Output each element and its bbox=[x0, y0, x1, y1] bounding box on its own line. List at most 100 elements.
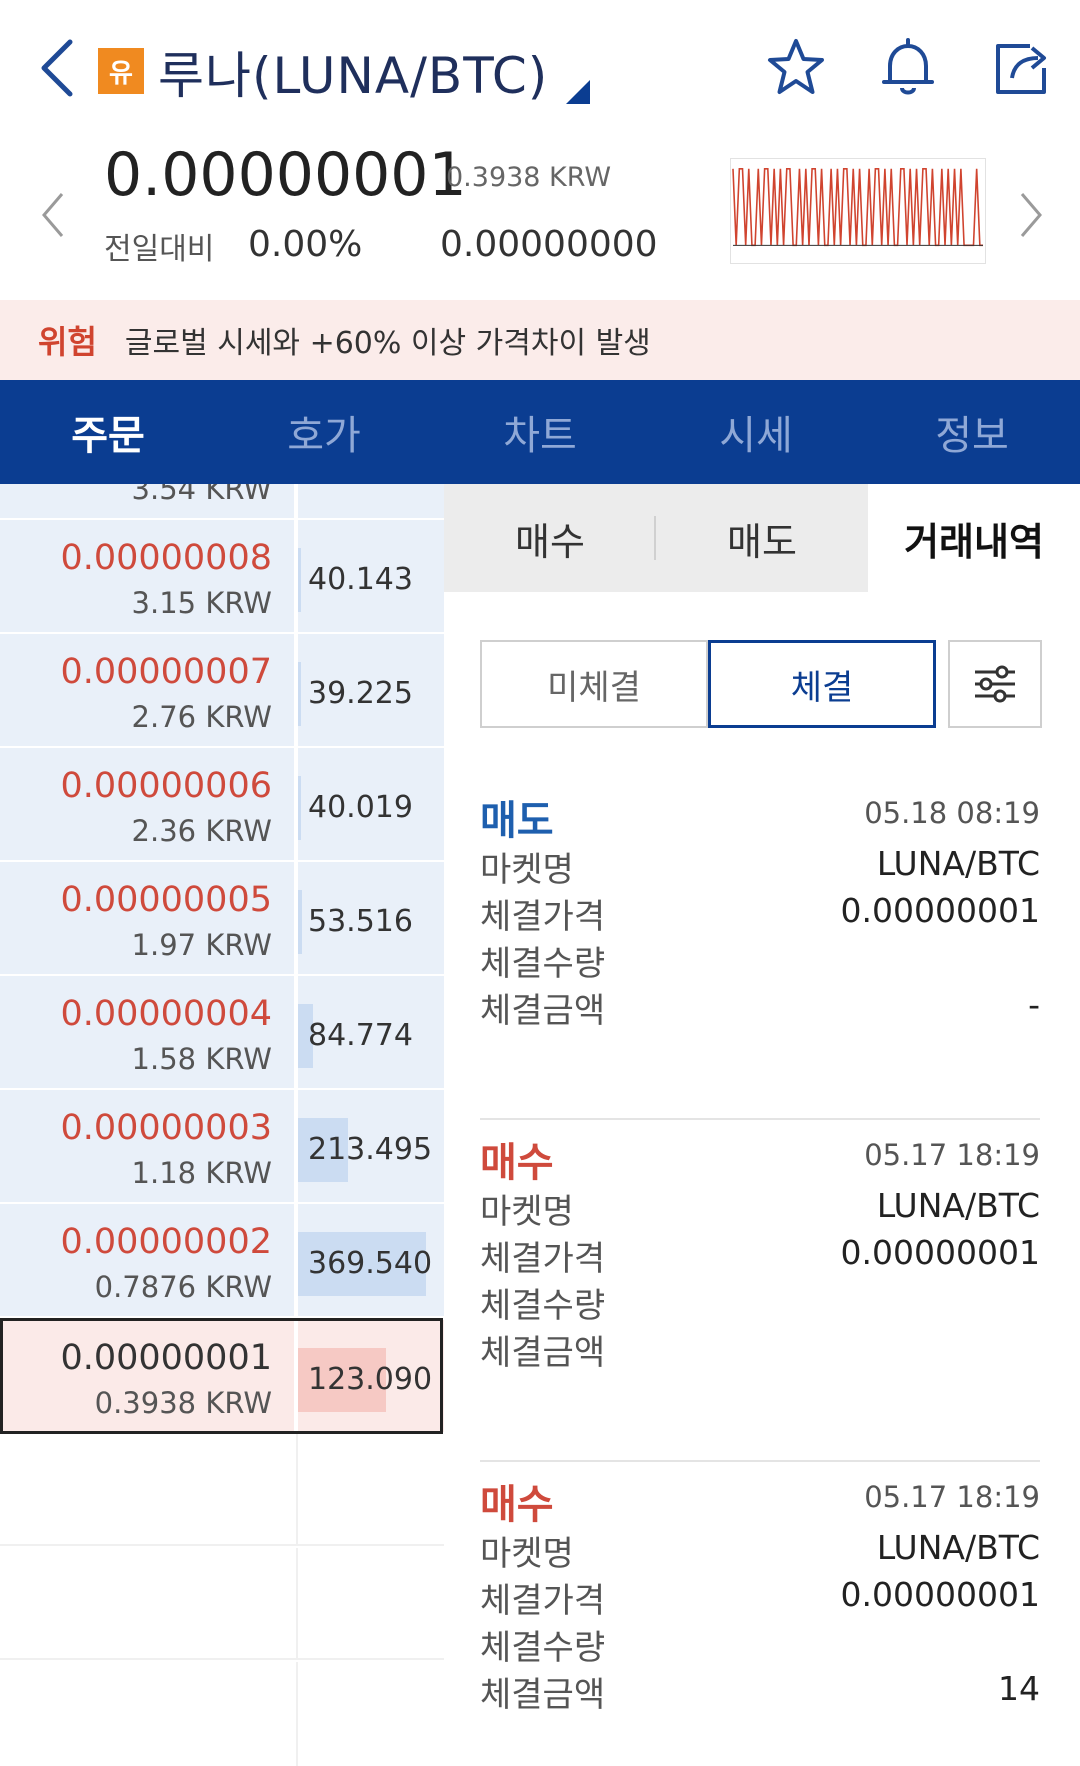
orderbook-price: 0.00000006 bbox=[60, 766, 272, 806]
risk-tag: 위험 bbox=[38, 323, 97, 361]
tab-trade-history[interactable]: 거래내역 bbox=[868, 484, 1080, 592]
trade-label: 체결금액 bbox=[480, 1333, 606, 1373]
tab-divider bbox=[654, 516, 656, 560]
trade-label: 체결금액 bbox=[480, 991, 606, 1031]
chevron-left-icon[interactable] bbox=[38, 190, 68, 240]
orderbook-qty: 213.495 bbox=[308, 1132, 433, 1167]
sliders-icon bbox=[975, 665, 1015, 703]
orderbook-row-current[interactable]: 0.00000001 0.3938 KRW 123.090 bbox=[0, 1320, 444, 1432]
orderbook-qty: 123.090 bbox=[308, 1362, 433, 1397]
orderbook-qty: 39.225 bbox=[308, 676, 413, 711]
orderbook-krw: 2.36 KRW bbox=[131, 814, 272, 848]
orderbook-krw: 0.7876 KRW bbox=[94, 1270, 272, 1304]
orderbook-price-cell: 0.00000003 1.18 KRW bbox=[0, 1090, 296, 1202]
orderbook-volume-bar bbox=[298, 548, 301, 612]
orderbook-qty: 369.540 bbox=[308, 1246, 433, 1281]
trade-item[interactable]: 매도 05.18 08:19 마켓명 LUNA/BTC 체결가격 0.00000001 체결… bbox=[480, 780, 1040, 1120]
coin-title[interactable]: 루나(LUNA/BTC) bbox=[158, 36, 548, 108]
orderbook-krw: 1.97 KRW bbox=[131, 928, 272, 962]
trade-item[interactable]: 매수 05.17 18:19 마켓명 LUNA/BTC 체결가격 0.00000001 체결… bbox=[480, 1464, 1040, 1766]
orderbook-price-cell: 0.00000002 0.7876 KRW bbox=[0, 1204, 296, 1316]
orderbook-row[interactable]: 3.54 KRW bbox=[0, 484, 444, 518]
trade-price: 0.00000001 bbox=[840, 891, 1040, 930]
orderbook-row[interactable]: 0.00000006 2.36 KRW 40.019 bbox=[0, 748, 444, 860]
orderbook-price-cell: 0.00000005 1.97 KRW bbox=[0, 862, 296, 974]
tab-order[interactable]: 주문 bbox=[0, 380, 216, 484]
trade-type: 매도 bbox=[480, 798, 554, 844]
filter-filled-button[interactable]: 체결 bbox=[708, 640, 936, 728]
orderbook-price: 0.00000003 bbox=[60, 1108, 272, 1148]
orderbook-volume-bar bbox=[298, 776, 301, 840]
trade-price: 0.00000001 bbox=[840, 1575, 1040, 1614]
bell-icon[interactable] bbox=[876, 36, 940, 100]
filter-unfilled-button[interactable]: 미체결 bbox=[480, 640, 708, 728]
caution-badge: 유 bbox=[98, 48, 144, 94]
tab-market-price[interactable]: 시세 bbox=[648, 380, 864, 484]
trade-label: 체결가격 bbox=[480, 897, 606, 937]
orderbook-row[interactable]: 0.00000007 2.76 KRW 39.225 bbox=[0, 634, 444, 746]
orderbook-qty: 40.019 bbox=[308, 790, 413, 825]
change-value: 0.00000000 bbox=[440, 224, 658, 265]
orderbook-qty-cell: 40.019 bbox=[298, 748, 444, 860]
trade-type: 매수 bbox=[480, 1482, 554, 1528]
panel-tabs: 매수 매도 거래내역 bbox=[444, 484, 1080, 592]
orderbook-price: 0.00000001 bbox=[60, 1338, 272, 1378]
orderbook-qty-cell: 39.225 bbox=[298, 634, 444, 746]
orderbook-price-cell: 0.00000006 2.36 KRW bbox=[0, 748, 296, 860]
trade-label: 체결가격 bbox=[480, 1239, 606, 1279]
orderbook-krw: 3.15 KRW bbox=[131, 586, 272, 620]
trade-label: 체결수량 bbox=[480, 1286, 606, 1326]
current-price-krw: 0.3938 KRW bbox=[446, 162, 612, 193]
orderbook-row[interactable]: 0.00000002 0.7876 KRW 369.540 bbox=[0, 1204, 444, 1316]
orderbook-price: 0.00000004 bbox=[60, 994, 272, 1034]
tab-chart[interactable]: 차트 bbox=[432, 380, 648, 484]
orderbook-krw: 2.76 KRW bbox=[131, 700, 272, 734]
tab-sell[interactable]: 매도 bbox=[656, 484, 868, 592]
change-label: 전일대비 bbox=[104, 232, 215, 267]
change-percent: 0.00% bbox=[248, 224, 363, 265]
trade-label: 마켓명 bbox=[480, 1534, 574, 1574]
orderbook-qty: 53.516 bbox=[308, 904, 413, 939]
orderbook-price-cell: 3.54 KRW bbox=[0, 484, 296, 518]
orderbook-price-cell: 0.00000007 2.76 KRW bbox=[0, 634, 296, 746]
trade-panel: 매수 매도 거래내역 미체결 체결 매도 05.18 08:19 마켓명 LUNA/B… bbox=[444, 484, 1080, 1766]
tab-info[interactable]: 정보 bbox=[864, 380, 1080, 484]
settings-sliders-button[interactable] bbox=[948, 640, 1042, 728]
trade-label: 마켓명 bbox=[480, 850, 574, 890]
orderbook-price: 0.00000005 bbox=[60, 880, 272, 920]
orderbook-krw: 3.54 KRW bbox=[131, 484, 272, 506]
main-tabs: 주문 호가 차트 시세 정보 bbox=[0, 380, 1080, 484]
sparkline-chart bbox=[730, 158, 986, 264]
trade-amount: 14 bbox=[998, 1669, 1040, 1708]
orderbook-qty-cell: 84.774 bbox=[298, 976, 444, 1088]
orderbook-volume-bar bbox=[298, 662, 301, 726]
tab-orderbook[interactable]: 호가 bbox=[216, 380, 432, 484]
star-icon[interactable] bbox=[764, 36, 828, 100]
back-icon[interactable] bbox=[36, 38, 80, 98]
orderbook-qty-cell: 53.516 bbox=[298, 862, 444, 974]
ticker-panel: 0.00000001 0.3938 KRW 전일대비 0.00% 0.00000… bbox=[0, 140, 1080, 300]
trade-price: 0.00000001 bbox=[840, 1233, 1040, 1272]
orderbook-qty: 40.143 bbox=[308, 562, 413, 597]
orderbook-krw: 0.3938 KRW bbox=[94, 1386, 272, 1420]
share-icon[interactable] bbox=[990, 36, 1054, 100]
trade-type: 매수 bbox=[480, 1140, 554, 1186]
orderbook-qty-cell bbox=[298, 484, 444, 518]
dropdown-triangle-icon[interactable] bbox=[566, 80, 590, 104]
orderbook-row[interactable]: 0.00000003 1.18 KRW 213.495 bbox=[0, 1090, 444, 1202]
chevron-right-icon[interactable] bbox=[1016, 190, 1046, 240]
orderbook-empty-row bbox=[0, 1662, 444, 1766]
trade-time: 05.17 18:19 bbox=[864, 1480, 1040, 1514]
orderbook-price-cell: 0.00000001 0.3938 KRW bbox=[0, 1320, 296, 1432]
trade-label: 체결수량 bbox=[480, 944, 606, 984]
risk-text: 글로벌 시세와 +60% 이상 가격차이 발생 bbox=[124, 326, 651, 361]
tab-buy[interactable]: 매수 bbox=[444, 484, 656, 592]
orderbook-row[interactable]: 0.00000004 1.58 KRW 84.774 bbox=[0, 976, 444, 1088]
trade-item[interactable]: 매수 05.17 18:19 마켓명 LUNA/BTC 체결가격 0.00000001 체결… bbox=[480, 1122, 1040, 1462]
orderbook-row[interactable]: 0.00000008 3.15 KRW 40.143 bbox=[0, 520, 444, 632]
history-filter: 미체결 체결 bbox=[480, 640, 1042, 728]
orderbook-krw: 1.58 KRW bbox=[131, 1042, 272, 1076]
orderbook-empty-row bbox=[0, 1434, 444, 1546]
current-price: 0.00000001 bbox=[104, 140, 467, 210]
orderbook-row[interactable]: 0.00000005 1.97 KRW 53.516 bbox=[0, 862, 444, 974]
